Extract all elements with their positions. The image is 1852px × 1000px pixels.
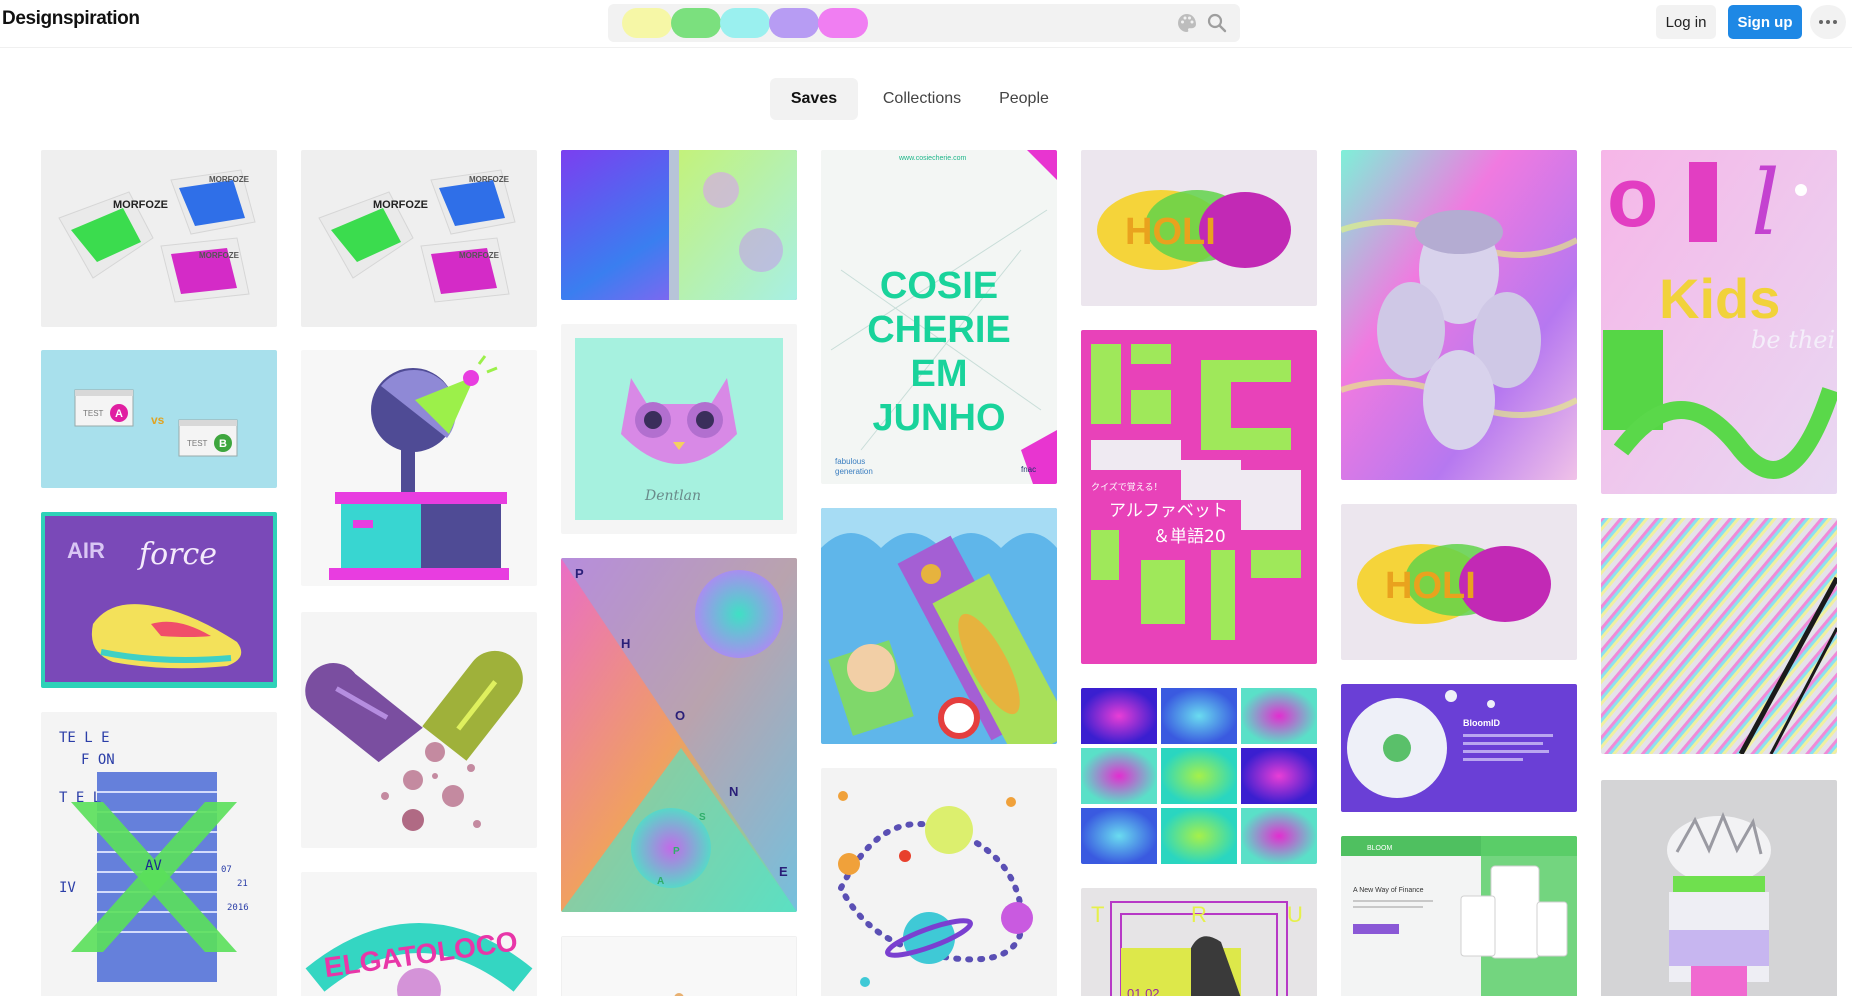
bloomid-title: BloomID <box>1463 718 1500 728</box>
phone-letter-e: E <box>779 864 788 879</box>
telefon-date-1: 07 <box>221 865 232 875</box>
finance-brand: BLOOM <box>1367 845 1392 852</box>
phone-letter-o: O <box>675 708 685 723</box>
phone-letter-n: N <box>729 784 738 799</box>
phone-letter-p: P <box>575 566 584 581</box>
owl-cat-card[interactable]: Dentlan <box>561 324 797 534</box>
phone-letter-a: A <box>657 876 664 887</box>
taurus-letter-r: R <box>1191 902 1207 927</box>
cosie-title-4: JUNHO <box>872 397 1005 439</box>
holographic-gradient-card[interactable] <box>561 150 797 300</box>
gradient-grid-card[interactable] <box>1081 688 1317 864</box>
svg-text:l: l <box>1751 151 1780 256</box>
cosie-title-3: EM <box>911 353 968 395</box>
morfoze-text-2: MORFOZE <box>209 175 250 184</box>
cosie-footer-3: fnac <box>1021 465 1036 474</box>
holi-text-1: HOLI <box>1125 211 1216 253</box>
space-planets-card[interactable] <box>821 768 1057 1000</box>
taurus-letter-t: T <box>1091 902 1104 927</box>
holi-card-1[interactable]: HOLI <box>1081 150 1317 306</box>
elgatoloco-card[interactable]: ELGATOLOCO <box>301 872 537 1000</box>
telefon-line-2: F ON <box>81 752 115 768</box>
telefon-date-2: 21 <box>237 879 248 889</box>
cosie-footer-1: fabulous <box>835 457 865 466</box>
telefon-line-4: AV <box>145 858 162 874</box>
cosie-url: www.cosiecherie.com <box>898 155 966 162</box>
saves-grid: MORFOZE MORFOZE MORFOZE TEST A vs TEST B… <box>0 0 1852 1000</box>
morfoze-packaging-card[interactable]: MORFOZE MORFOZE MORFOZE <box>41 150 277 327</box>
holi-card-2[interactable]: HOLI <box>1341 504 1577 660</box>
satellite-dish-card[interactable] <box>301 350 537 586</box>
phone-letter-s: S <box>699 812 706 823</box>
capsule-pill-card[interactable] <box>301 612 537 848</box>
ab-test-card[interactable]: TEST A vs TEST B <box>41 350 277 488</box>
bottom-edge <box>0 996 1852 1000</box>
test-b-badge: B <box>219 438 227 450</box>
phone-gradient-poster-card[interactable]: P H O N E S P A <box>561 558 797 912</box>
telefon-date-3: 2016 <box>227 903 249 913</box>
morfoze-packaging-card-2[interactable]: MORFOZE MORFOZE MORFOZE <box>301 150 537 327</box>
air-text: AIR <box>67 538 105 563</box>
ab-vs-text: vs <box>151 413 165 427</box>
cosie-footer-2: generation <box>835 467 873 476</box>
bloomid-card[interactable]: BloomID <box>1341 684 1577 812</box>
air-force-card[interactable]: AIR force <box>41 512 277 688</box>
cat-signature: Dentlan <box>644 488 701 504</box>
morfoze-text-3: MORFOZE <box>199 251 240 260</box>
morfoze-text-1: MORFOZE <box>113 199 168 211</box>
giraffe-beach-card[interactable] <box>821 508 1057 744</box>
morfoze-2-text-1: MORFOZE <box>373 199 428 211</box>
japanese-abc-card[interactable]: クイズで覚える！ アルファベット ＆単語20 <box>1081 330 1317 664</box>
3d-sculpture-card[interactable] <box>1601 780 1837 1000</box>
holographic-stripes-card[interactable] <box>1601 518 1837 754</box>
phone-letter-p2: P <box>673 846 680 857</box>
cosie-cherie-poster-card[interactable]: www.cosiecherie.com COSIE CHERIE EM JUNH… <box>821 150 1057 484</box>
telefon-line-1: TE L E <box>59 730 110 746</box>
test-a-badge: A <box>115 408 123 420</box>
abc-jp-line-1: クイズで覚える！ <box>1091 481 1162 493</box>
holi-text-2: HOLI <box>1385 565 1476 607</box>
kids-lettering-card[interactable]: o l Kids be their <box>1601 150 1837 494</box>
telefon-card[interactable]: TE L E F ON T E L AV IV 07 21 2016 <box>41 712 277 1000</box>
abc-jp-line-2: アルファベット <box>1109 501 1228 521</box>
kids-script: be their <box>1751 326 1837 354</box>
abc-jp-line-3: ＆単語20 <box>1153 527 1226 547</box>
blank-card[interactable] <box>561 936 797 1000</box>
statue-heads-card[interactable] <box>1341 150 1577 480</box>
morfoze-2-text-2: MORFOZE <box>469 175 510 184</box>
cosie-title-2: CHERIE <box>867 309 1011 351</box>
morfoze-2-text-3: MORFOZE <box>459 251 500 260</box>
kids-text: Kids <box>1659 267 1780 330</box>
taurus-letter-u: U <box>1287 902 1303 927</box>
phone-letter-h: H <box>621 636 630 651</box>
svg-text:o: o <box>1607 150 1658 244</box>
finance-headline: A New Way of Finance <box>1353 887 1424 894</box>
cosie-title-1: COSIE <box>880 265 998 307</box>
telefon-line-5: IV <box>59 880 76 896</box>
finance-app-card[interactable]: BLOOM A New Way of Finance <box>1341 836 1577 1000</box>
test-a-label: TEST <box>83 409 104 418</box>
test-b-label: TEST <box>187 439 208 448</box>
force-text: force <box>137 537 217 572</box>
taurus-poster-card[interactable]: T R U 01.02 <box>1081 888 1317 1000</box>
